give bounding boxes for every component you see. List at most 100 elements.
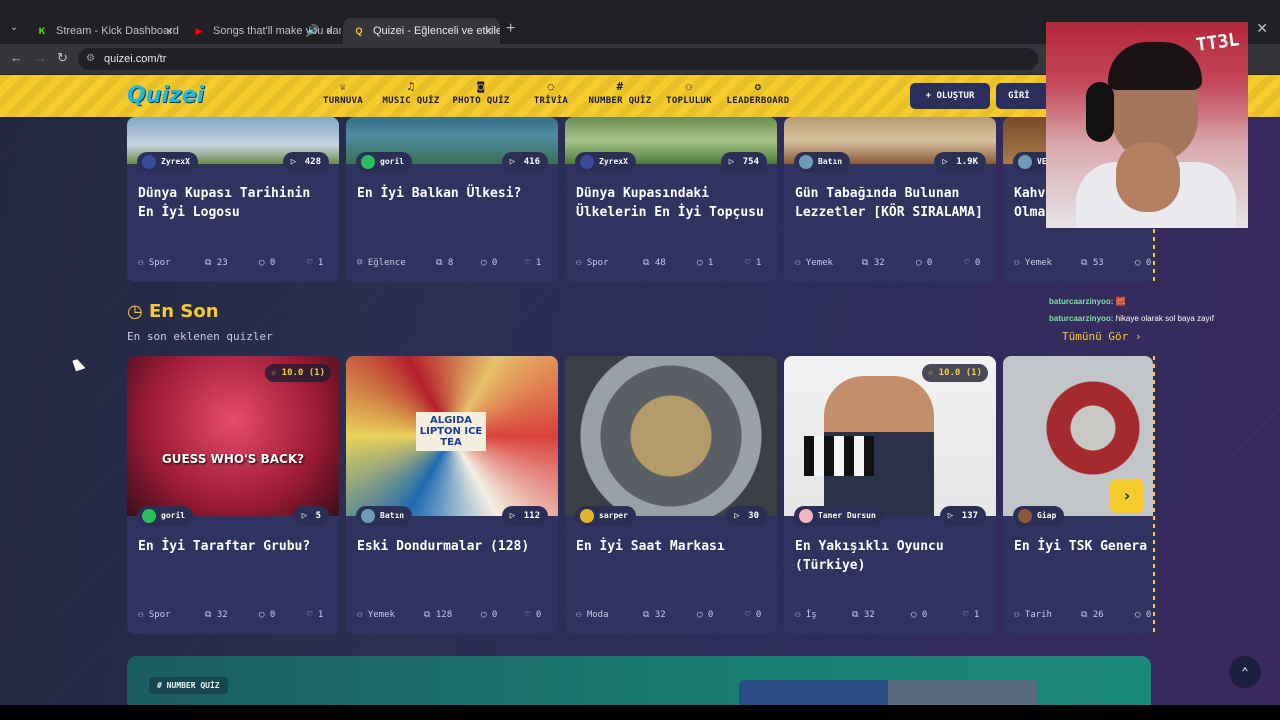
nav-label: NUMBER QUİZ [588,96,652,106]
quiz-title[interactable]: En İyi Taraftar Grubu? [138,537,333,556]
close-icon[interactable]: × [166,18,173,44]
item-count: ⧉ 32 [862,258,885,268]
tab-search-icon[interactable]: ⌄ [6,20,22,36]
quiz-card[interactable]: ☆ 10.0 (1) Taner Dursun 137 En Yakışıklı… [784,356,996,634]
quiz-title[interactable]: Dünya Kupası Tarihinin En İyi Logosu [138,184,333,222]
avatar [1018,155,1032,169]
section-title: ◷ En Son [127,301,219,322]
like-count[interactable]: ♡ 1 [963,610,979,620]
quiz-meta: ⚇ Spor ⧉ 23 ◯ 0 ♡ 1 [138,258,329,272]
author-chip[interactable]: Taner Dursun [794,506,884,526]
author-chip[interactable]: ZyrexX [575,152,636,172]
url-field[interactable]: ⚙ quizei.com/tr [78,48,1038,70]
comment-count: ◯ 0 [697,610,714,620]
back-icon[interactable]: ← [10,50,23,65]
play-count: 137 [939,506,986,526]
nav-music-quiz[interactable]: ♫ MUSIC QUİZ [380,80,442,107]
comment-count: ◯ 0 [911,610,928,620]
nav-label: TOPLULUK [666,96,712,106]
create-button[interactable]: + OLUŞTUR [910,83,990,109]
avatar [142,509,156,523]
quiz-meta: ⚇ Tarih ⧉ 26 ◯ 0 [1014,610,1151,624]
reload-icon[interactable]: ↻ [57,50,68,66]
nav-number-quiz[interactable]: # NUMBER QUİZ [586,81,654,107]
headphones-icon [1086,82,1114,142]
speaker-icon[interactable]: 🔊 [307,18,319,44]
clock-icon: ◷ [127,301,143,322]
nav-topluluk[interactable]: ⚇ TOPLULUK [664,81,714,107]
youtube-icon: ▶ [195,26,203,36]
comment-count: ◯ 0 [1135,610,1152,620]
like-count[interactable]: ♡ 1 [307,610,323,620]
comment-count: ◯ 0 [259,258,276,268]
author-chip[interactable]: Batın [356,506,413,526]
site-info-icon[interactable]: ⚙ [86,48,95,70]
nav-trivia[interactable]: ◌ TRİVİA [530,81,572,107]
like-count[interactable]: ♡ 0 [525,610,541,620]
carousel-next-button[interactable]: › [1110,479,1144,513]
category-label: ⚇ Spor [576,258,609,268]
mouse-cursor-icon [72,357,86,372]
chat-message: baturcaarzinyoo: 🧱 [1049,297,1126,306]
author-chip[interactable]: ZyrexX [137,152,198,172]
quiz-title[interactable]: En Yakışıklı Oyuncu (Türkiye) [795,537,990,575]
quiz-title[interactable]: En İyi Balkan Ülkesi? [357,184,552,203]
number-quiz-banner[interactable]: # NUMBER QUİZ [127,656,1151,705]
category-label: ⚇ Moda [576,610,609,620]
author-chip[interactable]: Batın [794,152,851,172]
close-icon[interactable]: × [485,18,492,44]
quiz-title[interactable]: Gün Tabağında Bulunan Lezzetler [KÖR SIR… [795,184,990,222]
item-count: ⧉ 128 [424,610,453,620]
author-chip[interactable]: goril [137,506,194,526]
tab-quizei[interactable]: Q Quizei - Eğlenceli ve etkileşimli × [343,18,500,44]
quiz-card[interactable]: ZyrexX 428 Dünya Kupası Tarihinin En İyi… [127,117,339,282]
tab-title: Songs that'll make you dan [213,25,341,37]
like-count[interactable]: ♡ 1 [307,258,323,268]
quiz-title[interactable]: En İyi TSK Genera [1014,537,1153,556]
like-count[interactable]: ♡ 0 [745,610,761,620]
close-icon[interactable]: × [326,18,333,44]
music-icon: ♫ [407,80,415,93]
window-close-icon[interactable]: ✕ [1256,20,1268,37]
scroll-to-top-button[interactable]: ⌃ [1229,656,1261,688]
quiz-card[interactable]: ALGIDA LIPTON ICE TEA Batın 112 Eski Don… [346,356,558,634]
quiz-meta: ⚇ Yemek ⧉ 32 ◯ 0 ♡ 0 [795,258,986,272]
quiz-card[interactable]: Batın 1.9K Gün Tabağında Bulunan Lezzetl… [784,117,996,282]
see-all-link[interactable]: Tümünü Gör › [1062,330,1141,343]
nav-label: MUSIC QUİZ [382,96,440,106]
author-chip[interactable]: goril [356,152,413,172]
nav-leaderboard[interactable]: ✪ LEADERBOARD [724,81,792,107]
comment-count: ◯ 0 [481,258,498,268]
nav-turnuva[interactable]: ♕ TURNUVA [320,81,366,107]
like-count[interactable]: ♡ 1 [745,258,761,268]
quiz-title[interactable]: Eski Dondurmalar (128) [357,537,552,556]
carousel-edge [1153,356,1155,634]
clapperboard [804,436,874,476]
site-logo[interactable]: Quizei [127,83,204,108]
quizei-icon: Q [355,26,363,36]
nav-photo-quiz[interactable]: ◙ PHOTO QUİZ [450,81,512,107]
quiz-title[interactable]: En İyi Saat Markası [576,537,771,556]
item-count: ⧉ 32 [205,610,228,620]
quiz-meta: ☺ Eğlence ⧉ 8 ◯ 0 ♡ 1 [357,258,548,272]
author-chip[interactable]: Giap [1013,506,1065,526]
new-tab-icon[interactable]: + [506,20,515,38]
quiz-card[interactable]: GUESS WHO'S BACK? ☆ 10.0 (1) goril 5 En … [127,356,339,634]
quiz-title[interactable]: Dünya Kupasındaki Ülkelerin En İyi Topçu… [576,184,771,222]
quiz-card[interactable]: ZyrexX 754 Dünya Kupasındaki Ülkelerin E… [565,117,777,282]
like-count[interactable]: ♡ 0 [964,258,980,268]
like-count[interactable]: ♡ 1 [525,258,541,268]
quiz-card[interactable]: sarper 30 En İyi Saat Markası ⚇ Moda ⧉ 3… [565,356,777,634]
section-subtitle: En son eklenen quizler [127,330,273,343]
rating-badge: ☆ 10.0 (1) [264,364,331,382]
item-count: ⧉ 32 [852,610,875,620]
forward-icon[interactable]: → [34,50,47,65]
tab-kick[interactable]: K Stream - Kick Dashboard × [26,18,181,44]
section-title-text: En Son [149,301,219,322]
author-chip[interactable]: sarper [575,506,636,526]
author-name: Batın [818,157,843,166]
tab-youtube[interactable]: ▶ Songs that'll make you dan 🔊 × [183,18,341,44]
wall-sign: TT3L [1194,29,1241,56]
item-count: ⧉ 23 [205,258,228,268]
quiz-card[interactable]: goril 416 En İyi Balkan Ülkesi? ☺ Eğlenc… [346,117,558,282]
